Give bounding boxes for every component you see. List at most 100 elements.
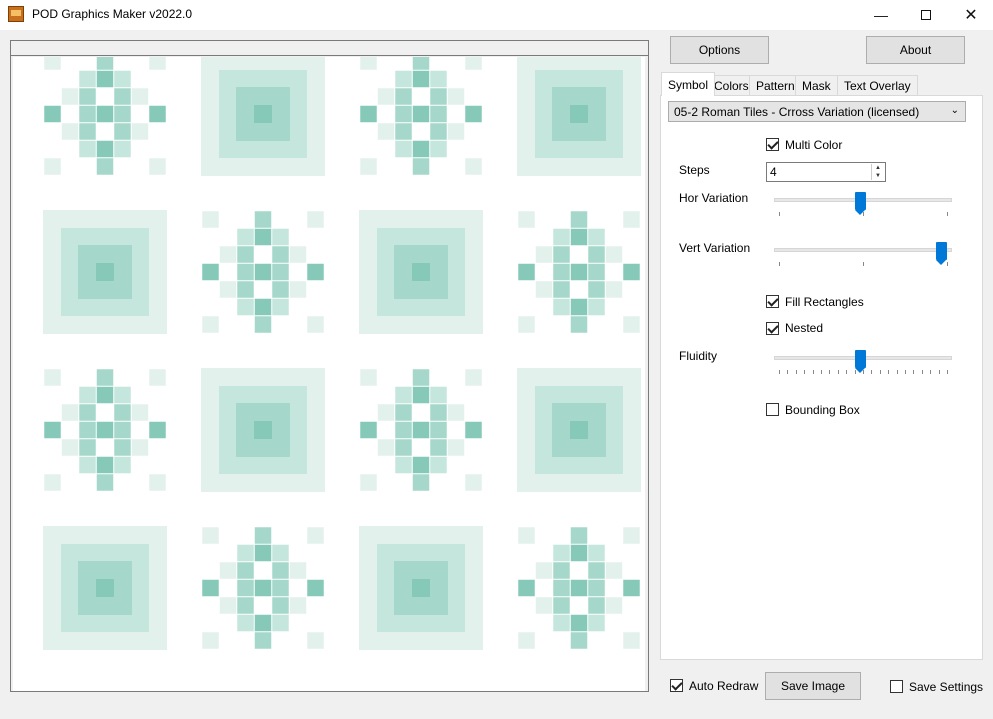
tab-mask[interactable]: Mask: [795, 75, 838, 95]
cross-tile-cell: [570, 263, 588, 281]
slider-tick: [779, 370, 780, 374]
slider-tick: [821, 370, 822, 374]
cross-tile-cell: [395, 140, 412, 158]
slider-tick: [896, 370, 898, 374]
cross-tile-cell: [114, 404, 131, 421]
cross-tile-cell: [588, 228, 605, 246]
cross-tile-cell: [272, 298, 289, 316]
slider-tick: [921, 370, 923, 374]
steps-label: Steps: [679, 163, 710, 177]
cross-tile-cell: [79, 140, 96, 158]
cross-tile-cell: [360, 105, 377, 123]
multi-color-label: Multi Color: [785, 138, 843, 152]
cross-tile-cell: [272, 263, 289, 281]
slider-tick: [846, 370, 848, 374]
fluidity-thumb[interactable]: [855, 350, 866, 373]
maximize-button[interactable]: [903, 0, 949, 30]
cross-tile-cell: [623, 211, 640, 228]
cross-tile-cell: [307, 316, 324, 333]
cross-tile-cell: [360, 474, 377, 491]
slider-tick: [854, 370, 856, 374]
cross-tile-cell: [96, 57, 114, 70]
cross-tile-cell: [518, 211, 535, 228]
nested-checkbox[interactable]: [766, 322, 779, 335]
tab-pattern[interactable]: Pattern: [749, 75, 802, 95]
slider-tick: [779, 212, 780, 216]
save-image-button[interactable]: Save Image: [765, 672, 861, 700]
title-bar: POD Graphics Maker v2022.0 — ✕: [0, 0, 993, 30]
cross-tile-cell: [412, 369, 430, 386]
cross-tile-cell: [237, 579, 254, 597]
canvas-frame: [10, 40, 649, 692]
slider-tick: [829, 370, 831, 374]
vert-variation-slider[interactable]: [774, 248, 952, 252]
cross-tile-cell: [272, 228, 289, 246]
cross-tile-cell: [202, 579, 219, 597]
about-button[interactable]: About: [866, 36, 965, 64]
cross-tile-cell: [79, 456, 96, 474]
cross-tile-cell: [623, 263, 640, 281]
cross-tile-cell: [272, 579, 289, 597]
save-settings-checkbox[interactable]: [890, 680, 903, 693]
symbol-select[interactable]: 05-2 Roman Tiles - Crross Variation (lic…: [668, 101, 966, 122]
cross-tile-cell: [44, 474, 61, 491]
cross-tile-cell: [588, 281, 605, 298]
tab-symbol[interactable]: Symbol: [661, 72, 716, 96]
multi-color-checkbox[interactable]: [766, 138, 779, 151]
tab-text-overlay[interactable]: Text Overlay: [837, 75, 918, 95]
slider-tick: [863, 370, 864, 374]
cross-tile-cell: [412, 140, 430, 158]
slider-tick: [888, 370, 890, 374]
vert-variation-label: Vert Variation: [679, 241, 751, 255]
cross-tile-cell: [570, 527, 588, 544]
cross-tile-cell: [518, 263, 535, 281]
steps-stepper[interactable]: 4 ▲ ▼: [766, 162, 886, 182]
cross-tile-cell: [96, 70, 114, 88]
cross-tile-cell: [237, 614, 254, 632]
pattern-canvas[interactable]: [13, 57, 645, 691]
cross-tile-cell: [412, 57, 430, 70]
cross-tile-cell: [605, 246, 623, 263]
options-button[interactable]: Options: [670, 36, 769, 64]
cross-tile-cell: [553, 544, 570, 562]
cross-tile-cell: [553, 579, 570, 597]
cross-tile-cell: [395, 88, 412, 105]
cross-tile-cell: [96, 421, 114, 439]
cross-tile-cell: [149, 158, 166, 175]
close-button[interactable]: ✕: [948, 0, 993, 30]
cross-tile-cell: [237, 597, 254, 614]
auto-redraw-label: Auto Redraw: [689, 679, 759, 693]
bounding-box-checkbox[interactable]: [766, 403, 779, 416]
slider-tick: [905, 370, 906, 374]
nested-square-tile: [412, 579, 430, 597]
cross-tile-cell: [114, 140, 131, 158]
cross-tile-cell: [307, 263, 324, 281]
cross-tile-cell: [114, 386, 131, 404]
cross-tile-cell: [237, 281, 254, 298]
cross-tile-cell: [553, 263, 570, 281]
cross-tile-cell: [377, 123, 395, 140]
cross-tile-cell: [202, 527, 219, 544]
fill-rectangles-checkbox[interactable]: [766, 295, 779, 308]
cross-tile-cell: [623, 632, 640, 649]
auto-redraw-checkbox[interactable]: [670, 679, 683, 692]
cross-tile-cell: [61, 88, 79, 105]
cross-tile-cell: [44, 421, 61, 439]
fluidity-label: Fluidity: [679, 349, 718, 363]
steps-spin-buttons[interactable]: ▲ ▼: [871, 164, 884, 180]
cross-tile-cell: [79, 404, 96, 421]
slider-tick: [947, 370, 948, 374]
cross-tile-cell: [588, 562, 605, 579]
cross-tile-cell: [79, 105, 96, 123]
cross-tile-cell: [114, 456, 131, 474]
close-icon: ✕: [964, 7, 978, 24]
cross-tile-cell: [219, 597, 237, 614]
cross-tile-cell: [430, 123, 447, 140]
hor-variation-thumb[interactable]: [855, 192, 866, 215]
slider-tick: [812, 370, 814, 374]
minimize-button[interactable]: —: [858, 0, 904, 30]
vert-variation-thumb[interactable]: [936, 242, 947, 265]
cross-tile-cell: [360, 57, 377, 70]
cross-tile-cell: [518, 316, 535, 333]
cross-tile-cell: [553, 246, 570, 263]
